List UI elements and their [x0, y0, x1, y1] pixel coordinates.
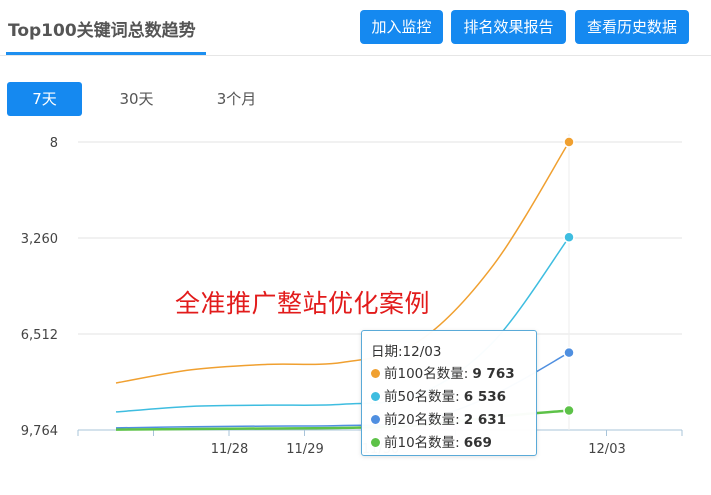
- data-point: [563, 346, 575, 359]
- tooltip-row-label: 前20名数量:: [384, 412, 460, 428]
- history-data-button[interactable]: 查看历史数据: [575, 10, 689, 44]
- y-axis-ticks: 9,764 6,512 3,260 8: [21, 136, 58, 439]
- y-tick-label: 8: [50, 136, 58, 151]
- tooltip-row-value: 2 631: [463, 412, 507, 428]
- y-tick-label: 6,512: [21, 328, 58, 343]
- ranking-report-button[interactable]: 排名效果报告: [451, 10, 566, 44]
- tooltip-row-top10: 前10名数量: 669: [371, 432, 536, 455]
- tooltip-row-value: 9 763: [472, 366, 515, 382]
- tooltip-date: 日期:12/03: [371, 344, 442, 360]
- tooltip-row-top20: 前20名数量: 2 631: [371, 409, 536, 432]
- watermark-caption: 全准推广整站优化案例: [175, 289, 431, 318]
- x-tick-label: 11/28: [211, 442, 248, 457]
- tooltip-row-top100: 前100名数量: 9 763: [371, 363, 536, 386]
- x-tick-label: 11/29: [286, 442, 323, 457]
- data-point: [563, 231, 575, 244]
- page-title: Top100关键词总数趋势: [8, 21, 196, 41]
- x-tick-label: 12/03: [588, 442, 625, 457]
- tab-3-months[interactable]: 3个月: [199, 82, 274, 116]
- header: Top100关键词总数趋势 加入监控 排名效果报告 查看历史数据: [0, 0, 711, 56]
- tooltip-row-label: 前100名数量:: [384, 366, 469, 382]
- data-point: [563, 136, 575, 148]
- top50-legend-dot: [371, 392, 380, 401]
- chart-tooltip: 日期:12/03 前100名数量: 9 763 前50名数量: 6 536 前20名…: [361, 330, 537, 456]
- top100-legend-dot: [371, 369, 380, 378]
- tab-7-days[interactable]: 7天: [7, 82, 82, 116]
- add-monitor-button[interactable]: 加入监控: [360, 10, 443, 44]
- y-tick-label: 9,764: [21, 424, 58, 439]
- tooltip-row-label: 前50名数量:: [384, 389, 460, 405]
- header-divider: [0, 55, 711, 56]
- y-tick-label: 3,260: [21, 232, 58, 247]
- tooltip-row-value: 6 536: [463, 389, 507, 405]
- tooltip-row-value: 669: [463, 435, 492, 451]
- top10-legend-dot: [371, 438, 380, 447]
- tab-30-days[interactable]: 30天: [99, 82, 174, 116]
- top20-legend-dot: [371, 415, 380, 424]
- tooltip-row-top50: 前50名数量: 6 536: [371, 386, 536, 409]
- data-point: [563, 404, 575, 417]
- tooltip-row-label: 前10名数量:: [384, 435, 460, 451]
